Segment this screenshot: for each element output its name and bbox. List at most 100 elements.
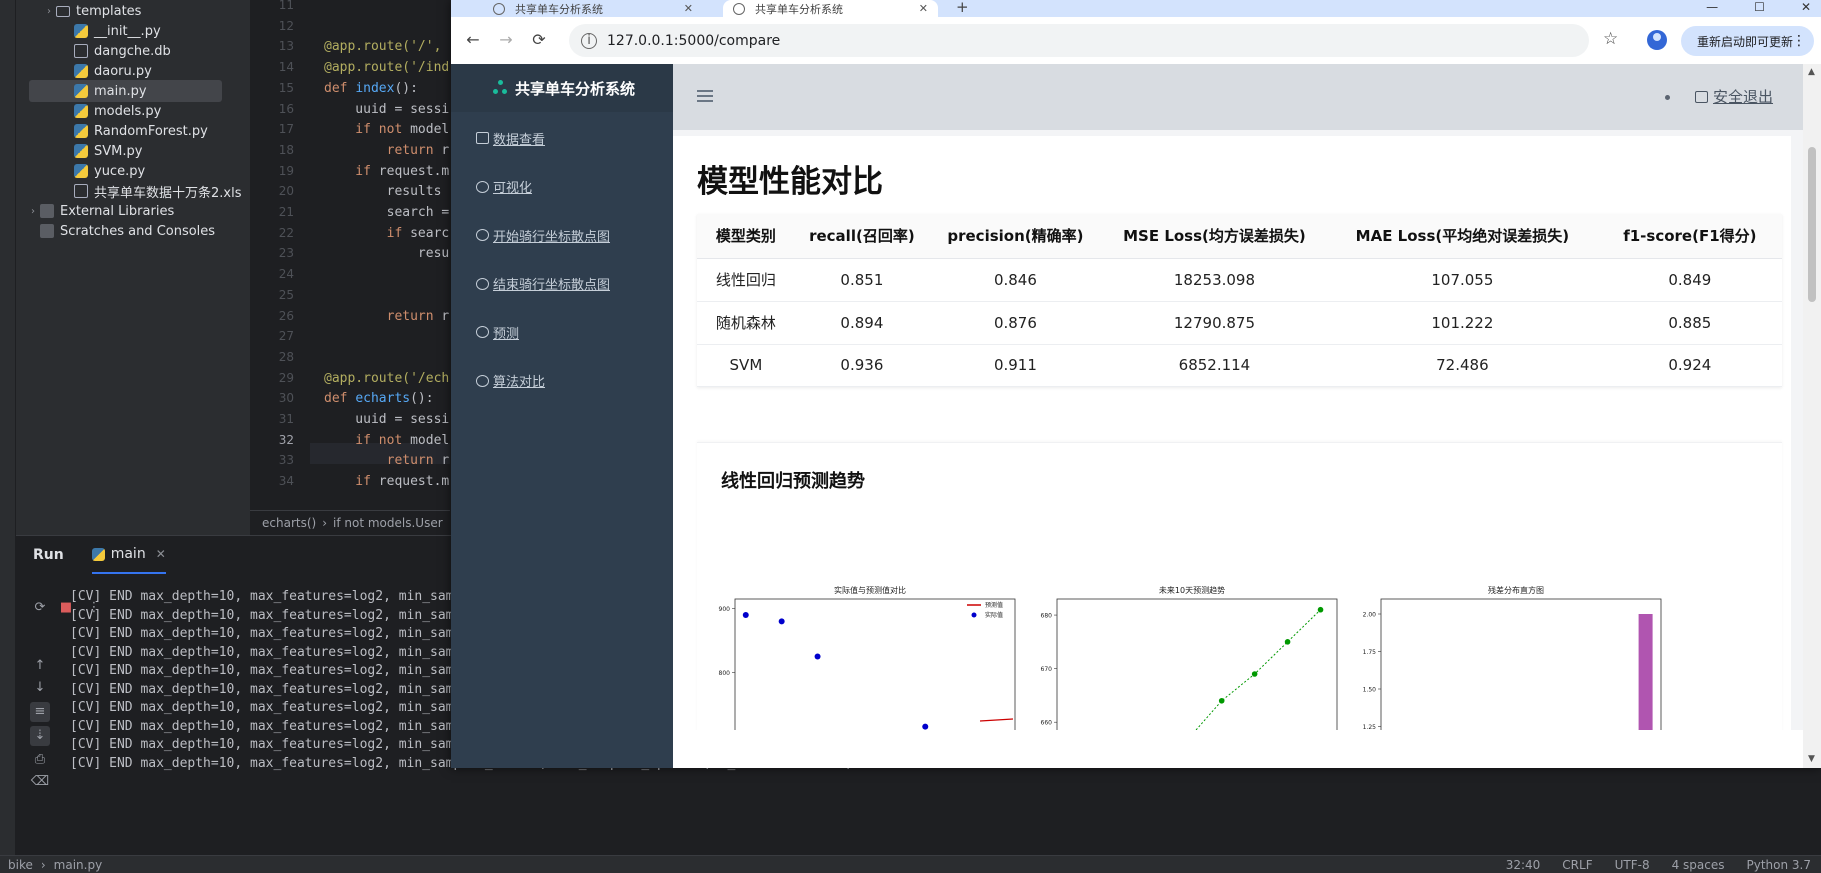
back-icon[interactable]: ← — [462, 29, 484, 51]
tree-item[interactable]: daoru.py — [16, 60, 250, 82]
close-tab-icon[interactable]: ✕ — [684, 2, 693, 15]
code-editor[interactable]: @app.route('/', @app.route('/ind def inde… — [310, 0, 450, 535]
reload-icon[interactable]: ⟳ — [528, 29, 550, 51]
status-interpreter[interactable]: Python 3.7 — [1747, 858, 1812, 872]
scroll-to-end-icon[interactable]: ⇣ — [30, 726, 50, 746]
tree-item[interactable]: __init__.py — [16, 20, 250, 42]
browser-tab-title: 共享单车分析系统 — [515, 2, 603, 16]
code-line: if request.m — [324, 471, 449, 492]
dashboard-icon — [476, 277, 489, 290]
sidebar-item-end-scatter[interactable]: 结束骑行坐标散点图 — [476, 274, 610, 294]
sidebar-item-prediction[interactable]: 预测 — [476, 322, 519, 342]
table-row: 随机森林 0.894 0.876 12790.875 101.222 0.885 — [697, 301, 1782, 345]
brand-logo-icon — [491, 78, 511, 98]
tree-item[interactable]: RandomForest.py — [16, 120, 250, 142]
y-tick-label: 800 — [719, 670, 731, 677]
browser-toolbar: ← → ⟳ i 127.0.0.1:5000/compare ☆ 重新启动即可更… — [451, 17, 1821, 64]
trash-icon[interactable]: ⌫ — [30, 772, 50, 792]
breadcrumb-function[interactable]: echarts() — [262, 516, 316, 530]
line-number: 28 — [278, 349, 294, 364]
tree-item[interactable]: SVM.py — [16, 140, 250, 162]
status-encoding[interactable]: UTF-8 — [1615, 858, 1650, 872]
status-cursor-position[interactable]: 32:40 — [1506, 858, 1541, 872]
app-main: 安全退出 模型性能对比 模型类别 recall(召回率) precision(精确率… — [673, 64, 1803, 730]
url-text[interactable]: 127.0.0.1:5000/compare — [607, 33, 780, 49]
sidebar-item-algorithm-compare[interactable]: 算法对比 — [476, 371, 545, 391]
close-icon[interactable]: ✕ — [156, 547, 166, 561]
browser-tab-active[interactable]: 共享单车分析系统 ✕ — [723, 0, 938, 17]
tree-item[interactable]: main.py — [29, 80, 222, 102]
code-token: r — [441, 142, 450, 158]
sidebar-item-start-scatter[interactable]: 开始骑行坐标散点图 — [476, 225, 610, 245]
close-tab-icon[interactable]: ✕ — [919, 2, 928, 15]
print-icon[interactable]: ⎙ — [30, 750, 50, 770]
status-line-separator[interactable]: CRLF — [1562, 858, 1592, 872]
status-project[interactable]: bike — [8, 858, 33, 872]
scroll-thumb[interactable] — [1808, 147, 1816, 302]
status-file[interactable]: main.py — [54, 858, 103, 872]
table-cell: 72.486 — [1327, 344, 1598, 387]
line-number: 21 — [278, 205, 294, 219]
code-token: echarts — [355, 391, 411, 407]
bookmark-star-icon[interactable]: ☆ — [1603, 29, 1618, 49]
address-bar[interactable]: i 127.0.0.1:5000/compare — [569, 24, 1589, 57]
soft-wrap-icon[interactable]: ≡ — [30, 702, 50, 722]
tree-item[interactable]: yuce.py — [16, 160, 250, 182]
profile-avatar-icon[interactable] — [1647, 30, 1667, 50]
code-token: model — [410, 122, 450, 138]
hamburger-menu-icon[interactable] — [697, 90, 713, 102]
tree-item[interactable]: dangche.db — [16, 40, 250, 62]
line-number: 20 — [278, 184, 294, 199]
actual-point — [814, 653, 821, 660]
line-number: 17 — [278, 122, 294, 137]
python-file-icon — [74, 144, 88, 158]
actual-point — [778, 618, 785, 625]
close-window-icon[interactable]: ✕ — [1801, 0, 1811, 14]
table-cell: 0.911 — [929, 344, 1102, 387]
run-tab-main[interactable]: main ✕ — [91, 536, 166, 574]
table-cell: 线性回归 — [697, 258, 795, 302]
browser-menu-icon[interactable]: ⋮ — [1792, 33, 1806, 49]
breadcrumb-condition[interactable]: if not models.User — [333, 516, 443, 530]
code-line: def index(): — [324, 78, 418, 99]
code-token: index — [355, 80, 395, 96]
code-token: (): — [410, 391, 434, 407]
scroll-up-arrow-icon[interactable]: ▲ — [1808, 67, 1815, 77]
histogram-bar — [1638, 614, 1653, 730]
code-line: return r — [324, 306, 450, 327]
sidebar-item-label: 可视化 — [493, 181, 533, 196]
library-icon — [40, 204, 54, 218]
actual-point — [742, 611, 749, 618]
code-token: return — [324, 142, 442, 158]
table-header-cell: f1-score(F1得分) — [1597, 214, 1782, 259]
tree-item[interactable]: models.py — [16, 100, 250, 122]
tree-item[interactable]: › External Libraries — [16, 200, 250, 222]
tree-item[interactable]: Scratches and Consoles — [16, 220, 250, 242]
maximize-icon[interactable]: ☐ — [1754, 0, 1765, 14]
sidebar-item-visualization[interactable]: 可视化 — [476, 177, 532, 197]
update-button[interactable]: 重新启动即可更新 ⋮ — [1681, 26, 1814, 56]
site-info-icon[interactable]: i — [581, 32, 597, 49]
forward-icon[interactable]: → — [495, 29, 517, 51]
folder-icon — [56, 5, 70, 17]
page-scrollbar[interactable]: ▲ ▼ — [1803, 64, 1821, 768]
new-tab-button[interactable]: + — [956, 0, 969, 16]
minimize-icon[interactable]: — — [1706, 0, 1718, 14]
logout-link[interactable]: 安全退出 — [1695, 86, 1773, 107]
tree-item[interactable]: › templates — [16, 0, 250, 22]
chevron-right-icon[interactable]: › — [26, 206, 40, 217]
app-brand[interactable]: 共享单车分析系统 — [451, 64, 673, 112]
rerun-icon[interactable]: ⟳ — [30, 598, 50, 618]
sidebar-item-data-view[interactable]: 数据查看 — [476, 128, 545, 148]
tree-item[interactable]: 共享单车数据十万条2.xls — [16, 180, 250, 202]
scroll-down-arrow-icon[interactable]: ▼ — [1808, 754, 1815, 764]
scroll-up-icon[interactable]: ↑ — [30, 656, 50, 676]
scroll-down-icon[interactable]: ↓ — [30, 678, 50, 698]
line-number: 16 — [278, 101, 294, 116]
browser-tab-inactive[interactable]: 共享单车分析系统 ✕ — [483, 0, 703, 17]
tree-item-label: dangche.db — [94, 43, 171, 59]
code-token: request.m — [378, 474, 450, 490]
breadcrumb-separator: › — [322, 516, 328, 530]
status-indent[interactable]: 4 spaces — [1672, 858, 1725, 872]
chevron-right-icon[interactable]: › — [42, 6, 56, 17]
